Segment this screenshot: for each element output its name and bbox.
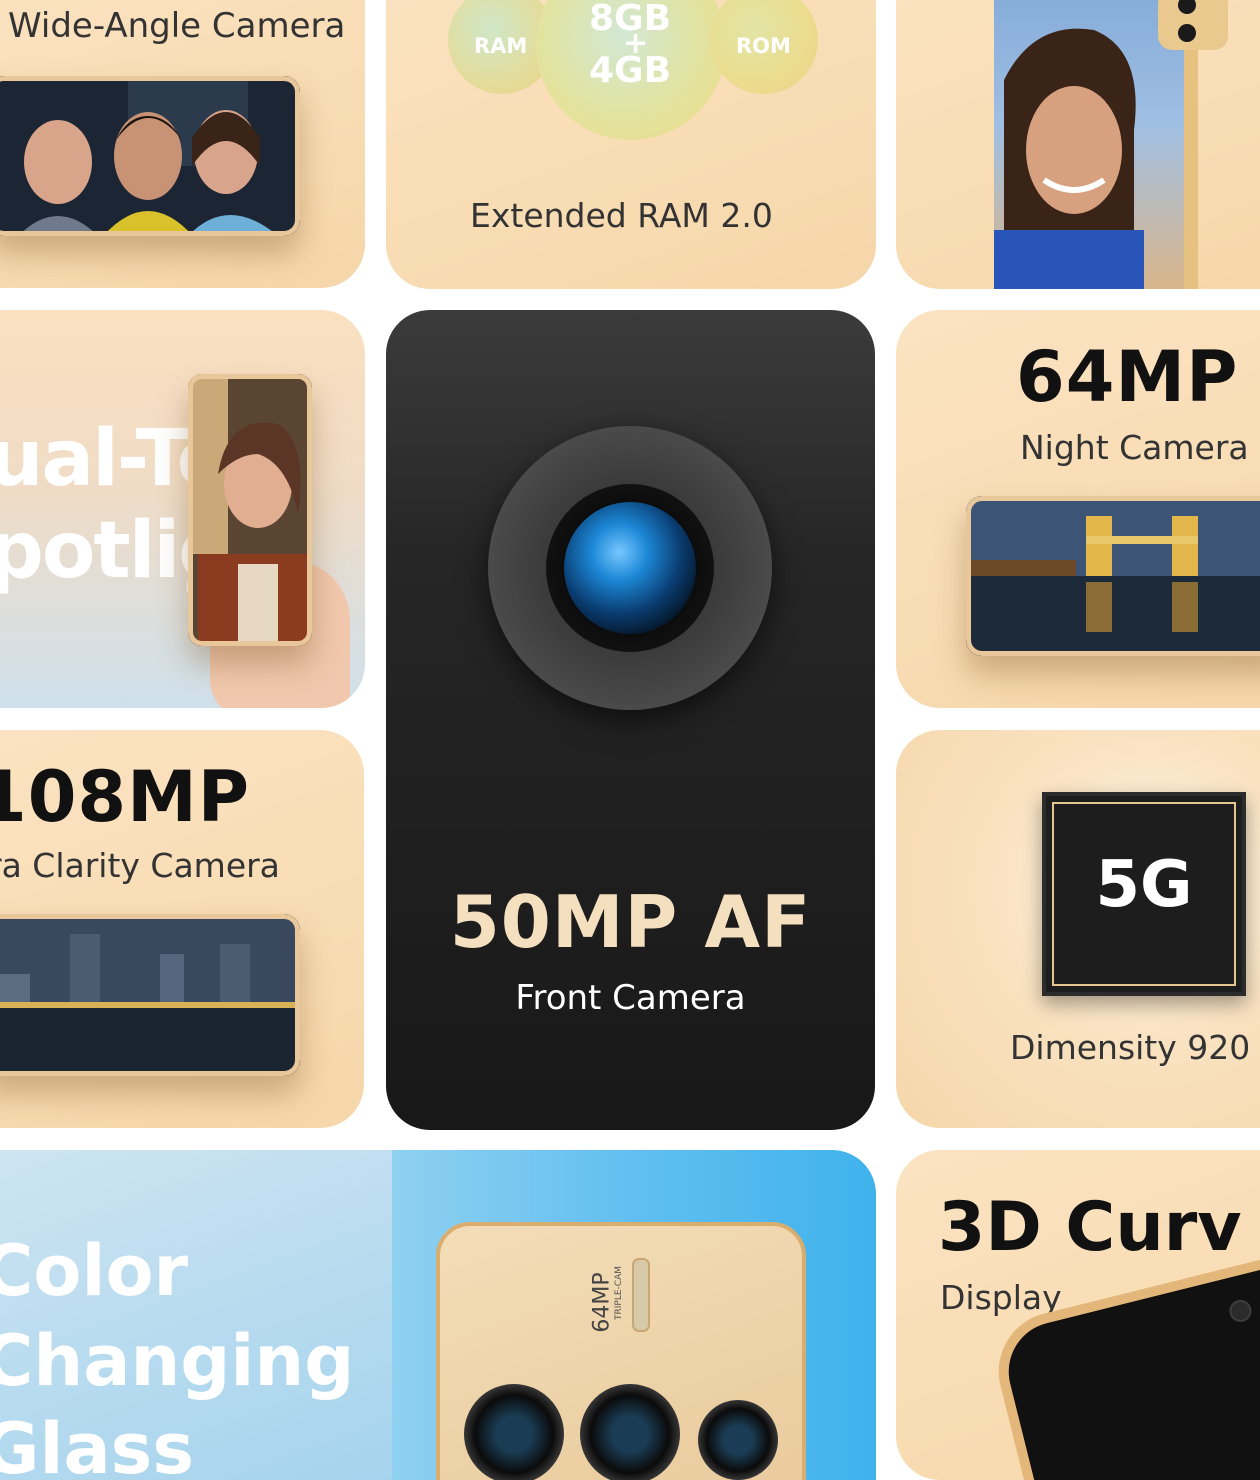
camera-lens-icon — [564, 502, 696, 634]
chipset-caption: Dimensity 920 — [1010, 1028, 1251, 1067]
night-camera-headline: 64MP — [1016, 336, 1239, 418]
tile-chipset[interactable]: 5G Dimensity 920 — [896, 730, 1260, 1128]
front-camera-caption: Front Camera — [515, 978, 746, 1018]
front-camera-dot — [1227, 1297, 1254, 1325]
color-changing-line2: Changing — [0, 1320, 355, 1402]
curved-display-caption: Display — [940, 1278, 1062, 1317]
phone-image-night-bridge — [966, 496, 1260, 656]
color-changing-line1: Color — [0, 1230, 189, 1312]
wide-angle-title: Wide-Angle Camera — [8, 6, 346, 46]
tile-color-changing-glass[interactable]: Color Changing Glass — [0, 1150, 400, 1480]
phone-back-badge-main: 64MP — [589, 1272, 615, 1333]
ultra-clarity-caption: ra Clarity Camera — [0, 846, 280, 885]
phone-image-group-selfie — [0, 76, 300, 236]
tile-front-camera[interactable]: 50MP AF Front Camera — [386, 310, 875, 1130]
tile-phone-back[interactable]: 64MP TRIPLE-CAM — [392, 1150, 876, 1480]
ultra-clarity-headline: 108MP — [0, 756, 251, 838]
rom-label: ROM — [736, 34, 791, 58]
tile-night-camera[interactable]: 64MP Night Camera — [896, 310, 1260, 708]
tile-selfie-phone[interactable] — [896, 0, 1260, 289]
phone-image-portrait — [188, 374, 312, 646]
tile-extended-ram[interactable]: RAM ROM 8GB + 4GB Extended RAM 2.0 — [386, 0, 876, 289]
rear-camera-lens-3 — [698, 1400, 778, 1480]
phone-frame — [0, 76, 300, 236]
tile-wide-angle-camera[interactable]: Wide-Angle Camera — [0, 0, 365, 288]
night-camera-caption: Night Camera — [1020, 428, 1249, 467]
capacity-bottom: 4GB — [589, 50, 672, 91]
phone-back-badge-sub: TRIPLE-CAM — [614, 1266, 624, 1320]
tile-dual-tone-spotlight[interactable]: ual-To potlig — [0, 310, 365, 708]
phone-frame — [0, 914, 300, 1076]
phone-frame — [966, 496, 1260, 656]
phone-frame — [188, 374, 312, 646]
ram-caption: Extended RAM 2.0 — [470, 196, 773, 235]
rear-camera-lens-1 — [464, 1384, 564, 1480]
flash-icon — [632, 1258, 650, 1332]
tile-ultra-clarity-camera[interactable]: 108MP ra Clarity Camera — [0, 730, 364, 1128]
front-camera-headline: 50MP AF — [449, 880, 812, 964]
color-changing-line3: Glass — [0, 1408, 195, 1480]
selfie-woman-image — [994, 28, 1144, 289]
ram-label: RAM — [474, 34, 528, 58]
rear-camera-lens-2 — [580, 1384, 680, 1480]
chip-label: 5G — [1095, 848, 1193, 922]
phone-image-city-skyline — [0, 914, 300, 1076]
curved-display-headline: 3D Curv — [938, 1188, 1242, 1267]
tile-curved-display[interactable]: 3D Curv Display — [896, 1150, 1260, 1480]
camera-module — [1158, 0, 1228, 50]
